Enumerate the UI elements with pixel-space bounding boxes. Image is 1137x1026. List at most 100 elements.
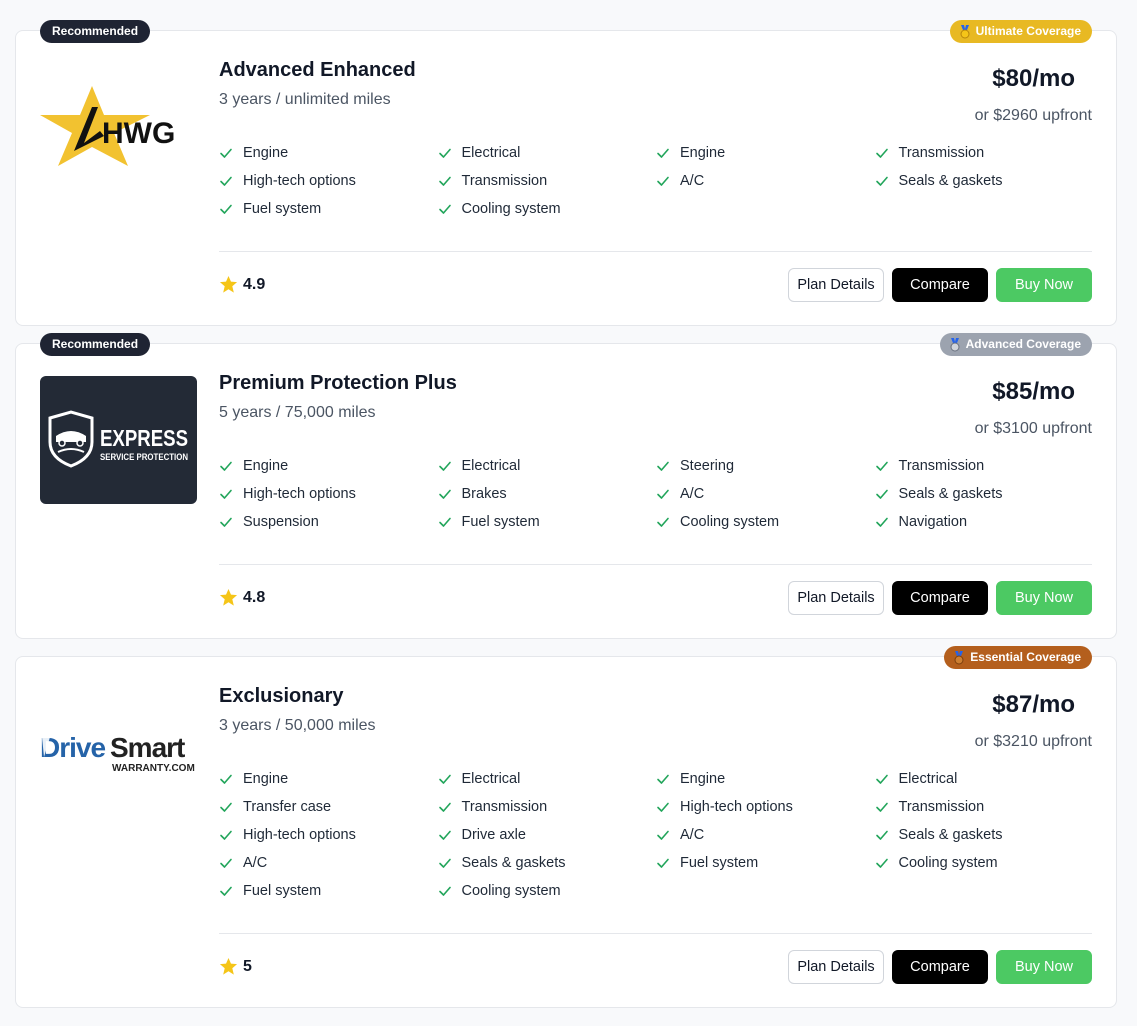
check-icon bbox=[438, 886, 451, 896]
feature-list: Engine Electrical Engine Transmission High-t… bbox=[219, 139, 1099, 223]
feature-item: Fuel system bbox=[438, 508, 657, 536]
feature-item: A/C bbox=[656, 821, 875, 849]
check-icon bbox=[875, 148, 888, 158]
check-icon bbox=[875, 802, 888, 812]
gold-medal-icon bbox=[959, 24, 971, 39]
feature-label: Seals & gaskets bbox=[898, 173, 1003, 189]
feature-label: Transmission bbox=[461, 799, 548, 815]
rating-value: 5 bbox=[243, 957, 252, 975]
feature-label: Cooling system bbox=[898, 855, 998, 871]
feature-label: Navigation bbox=[898, 514, 968, 530]
provider-logo: Drive Smart WARRANTY.COM bbox=[40, 729, 197, 777]
plan-term: 5 years / 75,000 miles bbox=[219, 404, 376, 421]
bronze-medal-icon bbox=[953, 650, 965, 665]
feature-label: A/C bbox=[680, 173, 705, 189]
check-icon bbox=[657, 858, 669, 868]
plan-card: Recommended Advanced Coverage EXPRESS SE… bbox=[15, 333, 1117, 639]
silver-medal-icon bbox=[949, 337, 961, 352]
logo-text-drive: Drive bbox=[40, 732, 105, 763]
feature-label: Engine bbox=[680, 771, 726, 787]
check-icon bbox=[438, 204, 451, 214]
feature-item: Seals & gaskets bbox=[875, 480, 1094, 508]
check-icon bbox=[220, 489, 232, 499]
check-icon bbox=[438, 489, 451, 499]
feature-item: Transfer case bbox=[219, 793, 438, 821]
feature-label: A/C bbox=[680, 486, 705, 502]
provider-logo: EXPRESS SERVICE PROTECTION bbox=[40, 376, 197, 504]
feature-item: Brakes bbox=[438, 480, 657, 508]
check-icon bbox=[657, 517, 669, 527]
check-icon bbox=[438, 858, 451, 868]
drivesmart-logo: Drive Smart WARRANTY.COM bbox=[40, 732, 195, 774]
check-icon bbox=[657, 176, 669, 186]
logo-text: HWG bbox=[102, 117, 175, 150]
feature-item: Navigation bbox=[875, 508, 1094, 536]
rating: 4.8 bbox=[219, 588, 265, 607]
feature-label: Electrical bbox=[461, 771, 521, 787]
plan-name: Advanced Enhanced bbox=[219, 59, 416, 81]
recommended-badge: Recommended bbox=[40, 20, 151, 43]
feature-label: High-tech options bbox=[243, 486, 356, 502]
check-icon bbox=[220, 204, 232, 214]
feature-item: Cooling system bbox=[438, 877, 657, 905]
feature-label: Engine bbox=[680, 145, 726, 161]
rating-value: 4.9 bbox=[243, 275, 266, 293]
feature-item: High-tech options bbox=[656, 793, 875, 821]
feature-item: Seals & gaskets bbox=[438, 849, 657, 877]
rating-value: 4.8 bbox=[243, 588, 266, 606]
check-icon bbox=[657, 774, 669, 784]
feature-label: Electrical bbox=[461, 145, 521, 161]
express-shield-logo: EXPRESS SERVICE PROTECTION bbox=[48, 410, 188, 468]
star-icon bbox=[219, 588, 238, 606]
feature-label: Cooling system bbox=[461, 201, 561, 217]
rating: 5 bbox=[219, 957, 252, 976]
feature-item: High-tech options bbox=[219, 821, 438, 849]
feature-label: Brakes bbox=[461, 486, 507, 502]
plan-details-button[interactable]: Plan Details bbox=[788, 950, 884, 984]
plan-term: 3 years / 50,000 miles bbox=[219, 717, 376, 734]
upfront-price: or $3100 upfront bbox=[974, 420, 1092, 437]
check-icon bbox=[875, 176, 888, 186]
feature-item: Electrical bbox=[438, 765, 657, 793]
check-icon bbox=[220, 830, 232, 840]
feature-label: High-tech options bbox=[243, 173, 356, 189]
feature-item: Transmission bbox=[438, 793, 657, 821]
plan-details-button[interactable]: Plan Details bbox=[788, 581, 884, 615]
plan-details-button[interactable]: Plan Details bbox=[788, 268, 884, 302]
check-icon bbox=[220, 858, 232, 868]
buy-now-button[interactable]: Buy Now bbox=[996, 581, 1092, 615]
compare-button[interactable]: Compare bbox=[892, 581, 988, 615]
feature-item: A/C bbox=[219, 849, 438, 877]
check-icon bbox=[438, 461, 451, 471]
coverage-label: Essential Coverage bbox=[970, 650, 1081, 664]
buy-now-button[interactable]: Buy Now bbox=[996, 268, 1092, 302]
star-icon bbox=[219, 957, 238, 975]
feature-label: A/C bbox=[680, 827, 705, 843]
check-icon bbox=[220, 802, 232, 812]
compare-button[interactable]: Compare bbox=[892, 268, 988, 302]
feature-item: Engine bbox=[656, 139, 875, 167]
plan-card: Recommended Ultimate Coverage HWG Advanc… bbox=[15, 20, 1117, 326]
buy-now-button[interactable]: Buy Now bbox=[996, 950, 1092, 984]
check-icon bbox=[220, 148, 232, 158]
feature-item: Transmission bbox=[875, 139, 1094, 167]
check-icon bbox=[657, 148, 669, 158]
compare-button[interactable]: Compare bbox=[892, 950, 988, 984]
check-icon bbox=[220, 176, 232, 186]
feature-item: Electrical bbox=[438, 139, 657, 167]
feature-label: Seals & gaskets bbox=[898, 486, 1003, 502]
feature-item: Transmission bbox=[875, 452, 1094, 480]
check-icon bbox=[657, 461, 669, 471]
feature-item: A/C bbox=[656, 167, 875, 195]
logo-subtext: WARRANTY.COM bbox=[112, 763, 195, 774]
feature-label: Engine bbox=[243, 145, 289, 161]
check-icon bbox=[657, 830, 669, 840]
feature-item: Suspension bbox=[219, 508, 438, 536]
feature-label: Cooling system bbox=[461, 883, 561, 899]
feature-item: Fuel system bbox=[219, 877, 438, 905]
feature-list: Engine Electrical Engine Electrical Transfer… bbox=[219, 765, 1099, 905]
check-icon bbox=[220, 461, 232, 471]
feature-label: Transmission bbox=[898, 799, 985, 815]
check-icon bbox=[875, 517, 888, 527]
logo-text-smart: Smart bbox=[110, 732, 185, 763]
